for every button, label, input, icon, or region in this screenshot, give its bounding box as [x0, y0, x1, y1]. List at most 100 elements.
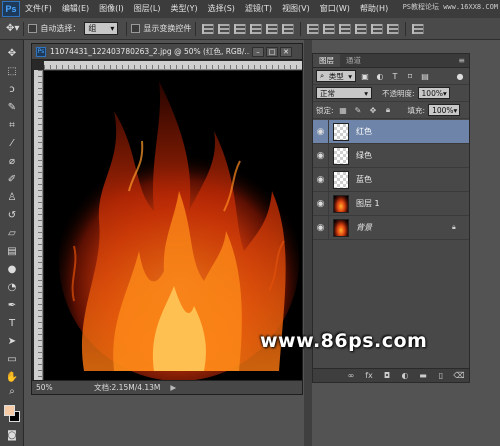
distribute-left-icon[interactable] — [355, 23, 368, 34]
layer-row-green[interactable]: ◉ 绿色 — [313, 143, 469, 168]
new-group-icon[interactable]: ▬ — [417, 371, 429, 381]
align-vcenter-icon[interactable] — [218, 23, 231, 34]
layer-name: 图层 1 — [356, 199, 380, 208]
menu-layer[interactable]: 图层(L) — [129, 0, 166, 18]
foreground-color-swatch[interactable] — [4, 405, 15, 416]
filter-kind-dropdown[interactable]: ⌕ 类型 ▾ — [316, 70, 356, 82]
align-bottom-icon[interactable] — [234, 23, 247, 34]
menu-edit[interactable]: 编辑(E) — [57, 0, 94, 18]
quick-mask-icon[interactable]: ◙ — [4, 428, 20, 442]
link-layers-icon[interactable]: ∞ — [345, 371, 357, 381]
crop-tool-icon[interactable]: ⌗ — [4, 118, 20, 132]
shape-filter-icon[interactable]: ⌑ — [404, 71, 416, 82]
pixel-filter-icon[interactable]: ▣ — [359, 71, 371, 82]
layer-thumbnail — [333, 146, 349, 165]
eyedropper-tool-icon[interactable]: ⁄ — [4, 136, 20, 150]
trash-icon[interactable]: ⌫ — [453, 371, 465, 381]
status-menu-arrow-icon[interactable]: ▶ — [170, 383, 176, 392]
type-filter-icon[interactable]: T — [389, 71, 401, 82]
distribute-bottom-icon[interactable] — [339, 23, 352, 34]
forum-watermark: PS教程论坛 www.16XX8.COM — [402, 3, 498, 11]
menu-help[interactable]: 帮助(H) — [355, 0, 393, 18]
ps-document-icon: Ps — [36, 46, 46, 57]
type-tool-icon[interactable]: T — [4, 316, 20, 330]
menu-file[interactable]: 文件(F) — [20, 0, 57, 18]
auto-select-dropdown[interactable]: 组 ▾ — [84, 22, 119, 35]
align-right-icon[interactable] — [282, 23, 295, 34]
blur-tool-icon[interactable]: ● — [4, 262, 20, 276]
menu-window[interactable]: 窗口(W) — [315, 0, 355, 18]
move-tool-icon[interactable]: ✥▾ — [6, 23, 19, 34]
pen-tool-icon[interactable]: ✒ — [4, 298, 20, 312]
layer-thumbnail — [333, 122, 349, 141]
clone-stamp-tool-icon[interactable]: ♙ — [4, 190, 20, 204]
align-top-icon[interactable] — [202, 23, 215, 34]
document-tab[interactable]: Ps 11074431_122403780263_2.jpg @ 50% (红色… — [32, 44, 302, 60]
menu-select[interactable]: 选择(S) — [203, 0, 240, 18]
visibility-eye-icon[interactable]: ◉ — [313, 167, 329, 192]
distribute-vcenter-icon[interactable] — [323, 23, 336, 34]
history-brush-tool-icon[interactable]: ↺ — [4, 208, 20, 222]
menu-view[interactable]: 视图(V) — [277, 0, 315, 18]
brush-tool-icon[interactable]: ✐ — [4, 172, 20, 186]
auto-align-icon[interactable] — [412, 23, 425, 34]
marquee-tool-icon[interactable]: ⬚ — [4, 64, 20, 78]
tools-panel: ✥ ⬚ ↄ ✎ ⌗ ⁄ ⌀ ✐ ♙ ↺ ▱ ▤ ● ◔ ✒ T ➤ ▭ ✋ ⌕ … — [0, 40, 24, 446]
fill-field[interactable]: 100% ▾ — [428, 104, 461, 116]
layer-row-layer-1[interactable]: ◉ 图层 1 — [313, 191, 469, 216]
menu-image[interactable]: 图像(I) — [94, 0, 129, 18]
lock-all-icon[interactable]: 🔒︎ — [383, 105, 394, 115]
hand-tool-icon[interactable]: ✋ — [4, 370, 20, 384]
lock-transparency-icon[interactable]: ▦ — [338, 105, 349, 115]
panel-menu-icon[interactable]: ≡ — [458, 54, 465, 67]
path-select-tool-icon[interactable]: ➤ — [4, 334, 20, 348]
menu-filter[interactable]: 滤镜(T) — [240, 0, 277, 18]
visibility-eye-icon[interactable]: ◉ — [313, 143, 329, 168]
gradient-tool-icon[interactable]: ▤ — [4, 244, 20, 258]
zoom-tool-icon[interactable]: ⌕ — [4, 384, 20, 398]
align-hcenter-icon[interactable] — [266, 23, 279, 34]
lock-pixels-icon[interactable]: ✎ — [353, 105, 364, 115]
new-layer-icon[interactable]: ▯ — [435, 371, 447, 381]
maximize-button[interactable]: □ — [266, 46, 278, 57]
smart-object-filter-icon[interactable]: ▤ — [419, 71, 431, 82]
visibility-eye-icon[interactable]: ◉ — [313, 215, 329, 240]
show-transform-checkbox[interactable] — [131, 24, 141, 33]
lock-position-icon[interactable]: ✥ — [368, 105, 379, 115]
photoshop-logo: Ps — [2, 1, 20, 17]
opacity-field[interactable]: 100% ▾ — [417, 87, 450, 99]
distribute-right-icon[interactable] — [387, 23, 400, 34]
adjustment-layer-icon[interactable]: ◐ — [399, 371, 411, 381]
layer-style-icon[interactable]: fx — [363, 371, 375, 381]
close-button[interactable]: ✕ — [280, 46, 292, 57]
adjustment-filter-icon[interactable]: ◐ — [374, 71, 386, 82]
zoom-level[interactable]: 50% — [32, 383, 60, 392]
rectangle-tool-icon[interactable]: ▭ — [4, 352, 20, 366]
move-tool-icon[interactable]: ✥ — [4, 46, 20, 60]
tab-layers[interactable]: 图层 — [313, 54, 340, 67]
visibility-eye-icon[interactable]: ◉ — [313, 119, 329, 144]
eraser-tool-icon[interactable]: ▱ — [4, 226, 20, 240]
visibility-eye-icon[interactable]: ◉ — [313, 191, 329, 216]
lasso-tool-icon[interactable]: ↄ — [4, 82, 20, 96]
distribute-top-icon[interactable] — [307, 23, 320, 34]
healing-brush-tool-icon[interactable]: ⌀ — [4, 154, 20, 168]
horizontal-ruler[interactable] — [44, 61, 302, 70]
tab-channels[interactable]: 通道 — [340, 54, 367, 67]
menu-type[interactable]: 类型(Y) — [165, 0, 202, 18]
quick-select-tool-icon[interactable]: ✎ — [4, 100, 20, 114]
layer-row-background[interactable]: ◉ 背景 🔒︎ — [313, 215, 469, 240]
vertical-ruler[interactable] — [34, 70, 43, 380]
layer-list: ◉ 红色 ◉ 绿色 ◉ 蓝色 ◉ 图层 1 ◉ 背景 🔒︎ — [313, 119, 469, 240]
dodge-tool-icon[interactable]: ◔ — [4, 280, 20, 294]
align-left-icon[interactable] — [250, 23, 263, 34]
layer-mask-icon[interactable]: ◘ — [381, 371, 393, 381]
auto-select-checkbox[interactable] — [28, 24, 38, 33]
distribute-hcenter-icon[interactable] — [371, 23, 384, 34]
divider — [23, 21, 25, 36]
layer-row-red[interactable]: ◉ 红色 — [313, 119, 469, 144]
filter-toggle-icon[interactable]: ● — [454, 71, 466, 82]
layer-row-blue[interactable]: ◉ 蓝色 — [313, 167, 469, 192]
minimize-button[interactable]: – — [252, 46, 264, 57]
blend-mode-dropdown[interactable]: 正常 ▾ — [316, 87, 372, 99]
